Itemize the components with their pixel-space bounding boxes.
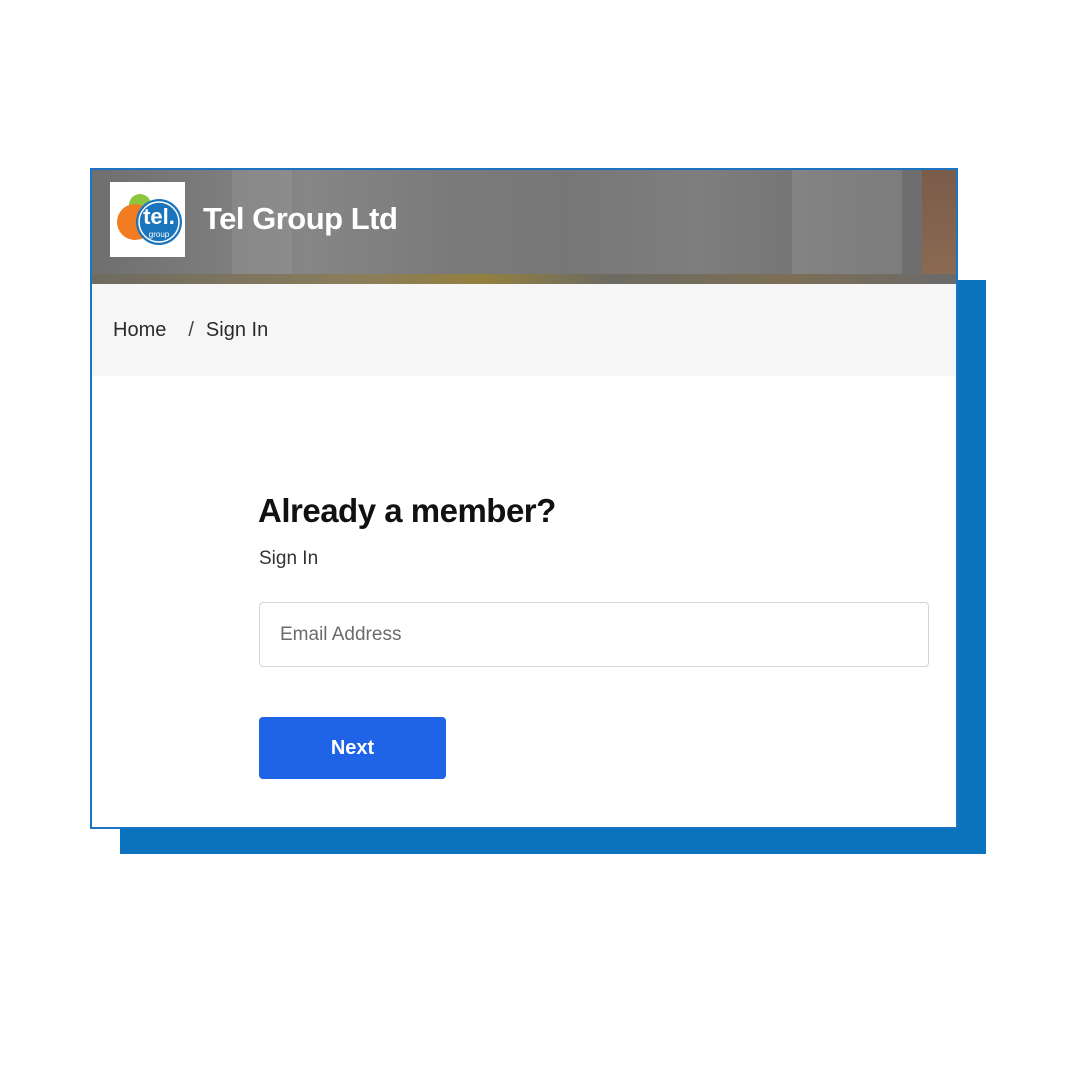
breadcrumb-home-link[interactable]: Home — [113, 319, 166, 342]
email-field[interactable] — [259, 602, 929, 667]
tel-group-logo-icon: tel. group — [117, 194, 182, 245]
svg-text:group: group — [149, 230, 170, 239]
page-subtitle: Sign In — [259, 548, 319, 569]
header-background-blur — [922, 170, 956, 284]
company-logo[interactable]: tel. group — [110, 182, 185, 257]
company-name[interactable]: Tel Group Ltd — [203, 201, 398, 237]
breadcrumb: Home / Sign In — [92, 284, 956, 376]
header-background-floor — [92, 274, 956, 284]
signin-window: tel. group Tel Group Ltd Home / Sign In … — [90, 168, 958, 829]
canvas: tel. group Tel Group Ltd Home / Sign In … — [0, 0, 1080, 1080]
page-title: Already a member? — [258, 492, 556, 529]
breadcrumb-current: Sign In — [205, 318, 269, 341]
svg-text:tel.: tel. — [143, 204, 175, 229]
header-background-blur — [792, 170, 902, 284]
signin-content: Already a member? Sign In Next — [92, 376, 956, 827]
next-button[interactable]: Next — [259, 717, 446, 779]
site-header: tel. group Tel Group Ltd — [92, 170, 956, 284]
breadcrumb-separator: / — [188, 318, 194, 341]
